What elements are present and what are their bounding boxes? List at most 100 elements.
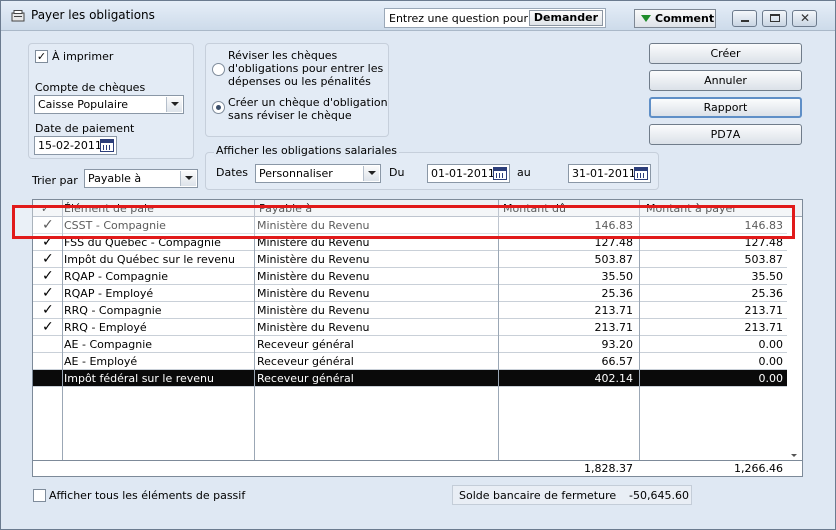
- table-row[interactable]: ✓ Impôt du Québec sur le revenu Ministère …: [33, 251, 787, 268]
- review-checks-line1: Réviser les chèques: [228, 49, 338, 62]
- row-amount-to-pay[interactable]: 213.71: [640, 304, 784, 317]
- row-amount-to-pay[interactable]: 0.00: [640, 338, 784, 351]
- row-check-icon[interactable]: ✓: [42, 302, 54, 318]
- help-search-box[interactable]: Entrez une question pour l'aide Demander: [384, 8, 606, 28]
- checking-account-select[interactable]: Caisse Populaire: [34, 95, 184, 114]
- table-row[interactable]: ✓ RQAP - Employé Ministère du Revenu 25.36 2…: [33, 285, 787, 302]
- payment-date-field[interactable]: 15-02-2011: [34, 136, 117, 155]
- row-check-icon[interactable]: ✓: [42, 251, 54, 267]
- closing-balance-field: Solde bancaire de fermeture -50,645.60: [452, 485, 692, 505]
- row-check-icon[interactable]: ✓: [42, 268, 54, 284]
- sort-by-label: Trier par: [32, 174, 78, 187]
- payment-date-label: Date de paiement: [35, 122, 135, 135]
- row-amount-to-pay[interactable]: 0.00: [640, 355, 784, 368]
- from-date-field[interactable]: 01-01-2011: [427, 164, 510, 183]
- row-item: AE - Compagnie: [64, 338, 153, 351]
- show-all-liabilities-checkbox[interactable]: [33, 489, 46, 502]
- row-amount-due: 93.20: [601, 338, 634, 351]
- row-payee: Ministère du Revenu: [257, 287, 370, 300]
- checking-account-label: Compte de chèques: [35, 81, 146, 94]
- closing-balance-label: Solde bancaire de fermeture: [459, 489, 617, 502]
- row-payee: Receveur général: [257, 338, 354, 351]
- close-button[interactable]: ✕: [792, 10, 817, 27]
- from-date-value: 01-01-2011: [431, 167, 495, 180]
- table-row[interactable]: ✓ RQAP - Compagnie Ministère du Revenu 35.5…: [33, 268, 787, 285]
- column-divider: [639, 200, 640, 460]
- to-print-label: À imprimer: [52, 50, 114, 63]
- minimize-icon: [741, 20, 749, 22]
- row-amount-to-pay[interactable]: 35.50: [640, 270, 784, 283]
- dates-range-select[interactable]: Personnaliser: [255, 164, 381, 183]
- create-button[interactable]: Créer: [649, 43, 802, 64]
- to-date-value: 31-01-2011: [572, 167, 636, 180]
- row-item: Impôt fédéral sur le revenu: [64, 372, 214, 385]
- review-checks-label: Réviser les chèques d'obligations pour e…: [228, 49, 383, 88]
- create-check-line1: Créer un chèque d'obligation: [228, 96, 388, 109]
- table-row[interactable]: Impôt fédéral sur le revenu Receveur géné…: [33, 370, 787, 387]
- to-date-field[interactable]: 31-01-2011: [568, 164, 651, 183]
- maximize-button[interactable]: [762, 10, 787, 27]
- report-button[interactable]: Rapport: [649, 97, 802, 118]
- total-due: 1,828.37: [584, 462, 633, 475]
- annotation-highlight-box: [12, 205, 795, 239]
- row-check-icon[interactable]: ✓: [42, 319, 54, 335]
- row-payee: Ministère du Revenu: [257, 253, 370, 266]
- review-checks-radio[interactable]: [212, 63, 225, 76]
- pay-liabilities-window: Payer les obligations Entrez une questio…: [0, 0, 836, 530]
- chevron-down-icon[interactable]: [180, 171, 196, 186]
- column-divider: [498, 200, 499, 460]
- totals-row: 1,828.37 1,266.46: [33, 460, 802, 476]
- close-icon: ✕: [800, 11, 811, 25]
- from-label: Du: [389, 166, 405, 179]
- row-item: RQAP - Compagnie: [64, 270, 169, 283]
- create-check-radio[interactable]: [212, 101, 225, 114]
- liabilities-filter-title: Afficher les obligations salariales: [214, 144, 400, 157]
- row-amount-due: 402.14: [594, 372, 634, 385]
- pd7a-button[interactable]: PD7A: [649, 124, 802, 145]
- chevron-down-icon[interactable]: [166, 97, 182, 112]
- app-icon: [11, 10, 25, 22]
- closing-balance-value: -50,645.60: [629, 489, 689, 502]
- window-title: Payer les obligations: [31, 8, 155, 22]
- table-row[interactable]: ✓ RRQ - Employé Ministère du Revenu 213.71 2…: [33, 319, 787, 336]
- row-payee: Receveur général: [257, 372, 354, 385]
- dates-label: Dates: [216, 166, 249, 179]
- scroll-down-icon[interactable]: [791, 454, 797, 457]
- row-payee: Ministère du Revenu: [257, 304, 370, 317]
- row-item: RQAP - Employé: [64, 287, 154, 300]
- calendar-icon[interactable]: [100, 139, 114, 152]
- chevron-down-icon[interactable]: [363, 166, 379, 181]
- liabilities-table: ✓ Élément de paie Payable à Montant dû M…: [32, 199, 803, 477]
- to-print-checkbox[interactable]: ✓: [35, 50, 48, 63]
- row-amount-due: 25.36: [601, 287, 634, 300]
- column-divider: [62, 200, 63, 460]
- row-amount-due: 35.50: [601, 270, 634, 283]
- table-row[interactable]: AE - Employé Receveur général 66.57 0.00: [33, 353, 787, 370]
- row-item: RRQ - Compagnie: [64, 304, 162, 317]
- comment-button[interactable]: Comment: [634, 9, 716, 28]
- create-check-line2: sans réviser le chèque: [228, 109, 352, 122]
- review-checks-line3: dépenses ou les pénalités: [228, 75, 371, 88]
- row-amount-due: 213.71: [594, 304, 634, 317]
- help-ask-button[interactable]: Demander: [528, 10, 603, 26]
- sort-by-select[interactable]: Payable à: [84, 169, 198, 188]
- minimize-button[interactable]: [732, 10, 757, 27]
- maximize-icon: [770, 14, 780, 22]
- calendar-icon[interactable]: [493, 167, 507, 180]
- row-payee: Ministère du Revenu: [257, 321, 370, 334]
- calendar-icon[interactable]: [634, 167, 648, 180]
- row-check-icon[interactable]: ✓: [42, 285, 54, 301]
- row-payee: Receveur général: [257, 355, 354, 368]
- row-amount-to-pay[interactable]: 0.00: [640, 372, 784, 385]
- table-row[interactable]: AE - Compagnie Receveur général 93.20 0.00: [33, 336, 787, 353]
- row-amount-to-pay[interactable]: 213.71: [640, 321, 784, 334]
- row-amount-to-pay[interactable]: 25.36: [640, 287, 784, 300]
- sort-by-value: Payable à: [88, 172, 142, 185]
- row-amount-to-pay[interactable]: 503.87: [640, 253, 784, 266]
- table-scrollbar[interactable]: [787, 217, 802, 460]
- column-divider: [254, 200, 255, 460]
- row-item: RRQ - Employé: [64, 321, 147, 334]
- cancel-button[interactable]: Annuler: [649, 70, 802, 91]
- table-row[interactable]: ✓ RRQ - Compagnie Ministère du Revenu 213.7…: [33, 302, 787, 319]
- chevron-down-icon: [641, 15, 651, 22]
